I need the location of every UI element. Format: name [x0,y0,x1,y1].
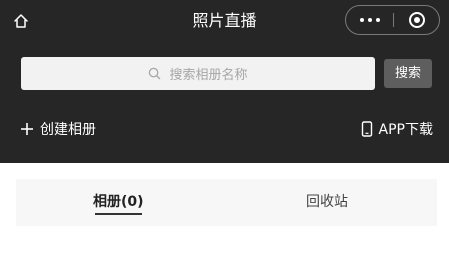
plus-icon [21,123,33,135]
navigation-bar: 照片直播 [0,0,449,42]
search-button[interactable]: 搜索 [384,59,432,88]
active-tab-indicator [95,213,142,215]
header-panel: 照片直播 搜索相册名称 搜索 创建相册 APP下载 [0,0,449,163]
create-album-label: 创建相册 [40,122,96,138]
target-close-icon [408,12,425,28]
search-placeholder: 搜索相册名称 [169,68,248,83]
search-input[interactable]: 搜索相册名称 [21,57,375,90]
capsule-menu [345,5,440,35]
phone-icon [361,121,372,137]
app-download-button[interactable]: APP下载 [361,117,433,141]
tab-recycle-bin[interactable]: 回收站 [306,179,348,226]
tab-recycle-bin-label: 回收站 [306,194,348,210]
more-dots-icon [358,18,382,22]
search-icon [149,67,161,80]
album-tabs: 相册(0) 回收站 [16,179,437,226]
tab-albums-label: 相册(0) [93,194,144,210]
create-album-button[interactable]: 创建相册 [20,117,96,141]
close-button[interactable] [394,6,439,34]
app-download-label: APP下载 [378,122,433,138]
more-button[interactable] [346,6,393,34]
tab-albums[interactable]: 相册(0) [93,179,144,226]
